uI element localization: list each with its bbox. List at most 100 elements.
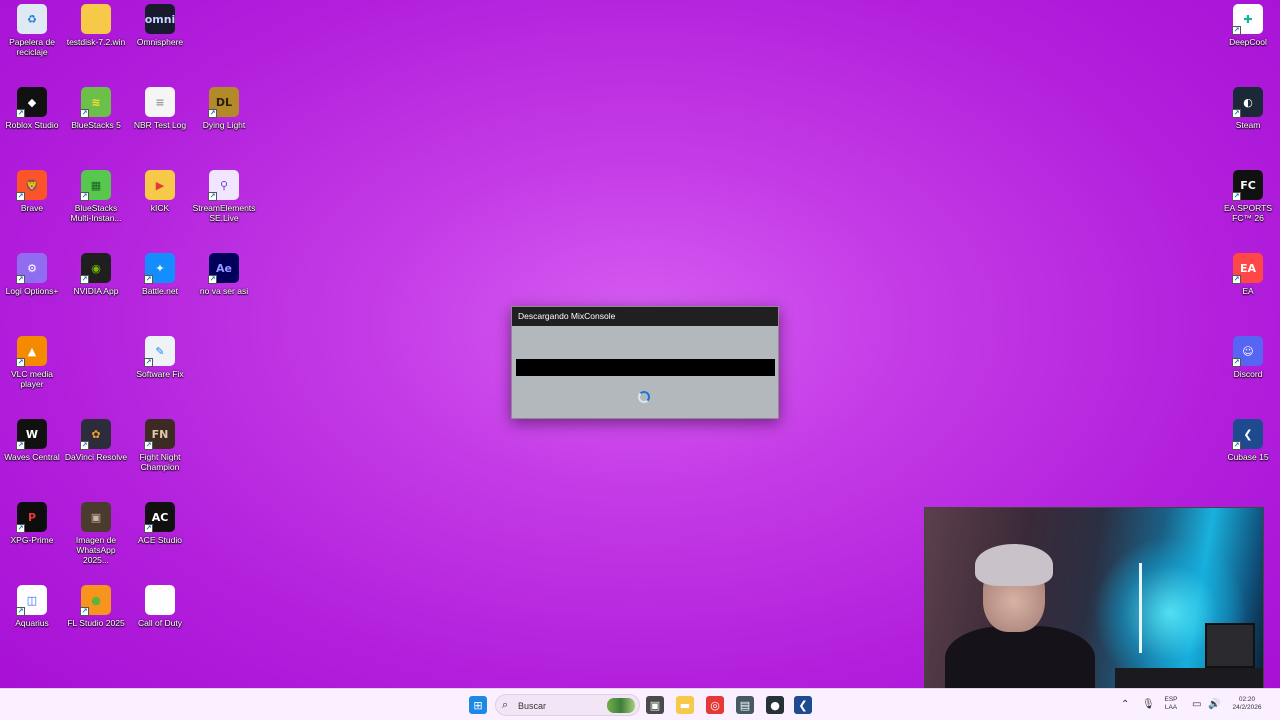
desktop-icon-label: VLC media player [10, 369, 54, 389]
desktop-icon-omnisphere[interactable]: omni Omnisphere [128, 4, 192, 47]
battle-net-icon: ✦ ↗ [144, 253, 175, 284]
davinci-resolve-icon: ✿ ↗ [80, 419, 111, 450]
task-view-icon: ▣ [649, 698, 661, 712]
after-effects-icon: Ae ↗ [208, 253, 239, 284]
desktop-icon-folder[interactable]: testdisk-7.2.win [64, 4, 128, 47]
network-icon[interactable]: ▭ [1192, 699, 1201, 710]
dialog-title: Descargando MixConsole [512, 307, 778, 326]
task-view-button[interactable]: ▣ [646, 696, 664, 714]
desktop-icon-kick-folder[interactable]: ▶ kICK [128, 170, 192, 213]
volume-icon[interactable]: 🔊 [1208, 699, 1220, 710]
desktop-icon-label: DaVinci Resolve [64, 452, 128, 462]
desktop-icon-steam[interactable]: ◐ ↗ Steam [1216, 87, 1280, 130]
icon-glyph: ☺ [1242, 344, 1254, 358]
desktop-icon-battle-net[interactable]: ✦ ↗ Battle.net [128, 253, 192, 296]
icon-glyph: ⚲ [219, 178, 229, 192]
search-input[interactable] [518, 698, 598, 713]
icon-glyph: ✿ [91, 427, 101, 441]
desktop-icon-label: Papelera de reciclaje [9, 37, 55, 57]
desktop-icon-fight-night-champion[interactable]: FN ↗ Fight Night Champion [128, 419, 192, 472]
desktop-icon-waves-central[interactable]: W ↗ Waves Central [0, 419, 64, 462]
shortcut-arrow-icon: ↗ [144, 358, 153, 367]
shortcut-arrow-icon: ↗ [80, 192, 89, 201]
desktop-icon-ace-studio[interactable]: AC ↗ ACE Studio [128, 502, 192, 545]
language-indicator[interactable]: ESP LAA [1160, 696, 1182, 712]
desktop-icon-aquarius[interactable]: ◫ ↗ Aquarius [0, 585, 64, 628]
desktop-icon-label: testdisk-7.2.win [66, 37, 126, 47]
download-dialog[interactable]: Descargando MixConsole [511, 306, 779, 419]
desktop-icon-deepcool[interactable]: ✚ ↗ DeepCool [1216, 4, 1280, 47]
bluestacks-icon: ≋ ↗ [80, 87, 111, 118]
cubase-taskbar-button[interactable]: ❮ [794, 696, 812, 714]
desktop-icon-label: XPG-Prime [10, 535, 54, 545]
software-fix-icon: ✎ ↗ [144, 336, 175, 367]
chevron-up-icon[interactable]: ⌃ [1121, 699, 1129, 710]
icon-glyph: omni [144, 12, 176, 26]
desktop-icon-label: Battle.net [142, 286, 178, 296]
desktop-icon-label: no va ser asi [199, 286, 249, 296]
desktop-icon-label: StreamElements SE.Live [192, 203, 256, 223]
icon-glyph: Ae [216, 261, 232, 275]
monitor [1205, 623, 1255, 668]
desktop-icon-nvidia-app[interactable]: ◉ ↗ NVIDIA App [64, 253, 128, 296]
vlc-icon: ▲ ↗ [16, 336, 47, 367]
shortcut-arrow-icon: ↗ [16, 275, 25, 284]
roblox-studio-icon: ◆ ↗ [16, 87, 47, 118]
desktop-icon-text-file[interactable]: ≡ NBR Test Log [128, 87, 192, 130]
desktop-icon-software-fix[interactable]: ✎ ↗ Software Fix [128, 336, 192, 379]
window-icon: ▤ [739, 698, 751, 712]
desktop-icon-label: Steam [1235, 120, 1261, 130]
desktop-icon-ea[interactable]: EA ↗ EA [1216, 253, 1280, 296]
desktop-icon-image-file[interactable]: ▣ Imagen de WhatsApp 2025... [64, 502, 128, 565]
taskbar: ⊞ ▣ ▬ ◎ ▤ ● ❮ ⌕ ⌃ 🎙 ESP LAA ▭ 🔊 02:20 24/2/202… [0, 688, 1280, 720]
desktop-icon-dying-light[interactable]: DL ↗ Dying Light [192, 87, 256, 130]
desktop-icon-bluestacks-multi-instance[interactable]: ▦ ↗ BlueStacks Multi-Instan... [64, 170, 128, 223]
icon-glyph: EA [1239, 261, 1257, 275]
icon-glyph: 🦁 [25, 178, 39, 192]
shortcut-arrow-icon: ↗ [16, 441, 25, 450]
desktop-icon-label: Fight Night Champion [139, 452, 181, 472]
desktop-icon-vlc[interactable]: ▲ ↗ VLC media player [0, 336, 64, 389]
desktop-icon-ea-sports-fc[interactable]: FC ↗ EA SPORTS FC™ 26 [1216, 170, 1280, 223]
desktop-icon-bluestacks[interactable]: ≋ ↗ BlueStacks 5 [64, 87, 128, 130]
icon-glyph: FC [1240, 178, 1256, 192]
app-window-button[interactable]: ▤ [736, 696, 754, 714]
desktop-icon-recycle-bin[interactable]: ♻ Papelera de reciclaje [0, 4, 64, 57]
download-progress-bar [516, 359, 775, 376]
desktop-icon-label: FL Studio 2025 [67, 618, 125, 628]
clock[interactable]: 02:20 24/2/2026 [1224, 696, 1270, 712]
desktop-icon-label: Imagen de WhatsApp 2025... [75, 535, 117, 565]
taskbar-search[interactable]: ⌕ [495, 694, 640, 716]
chrome-button[interactable]: ◎ [706, 696, 724, 714]
desktop-icon-fl-studio[interactable]: ● ↗ FL Studio 2025 [64, 585, 128, 628]
desktop-icon-discord[interactable]: ☺ ↗ Discord [1216, 336, 1280, 379]
file-explorer-button[interactable]: ▬ [676, 696, 694, 714]
desktop-icon-call-of-duty-file[interactable]: Call of Duty [128, 585, 192, 628]
clock-time: 02:20 [1238, 696, 1256, 703]
desktop-icon-after-effects[interactable]: Ae ↗ no va ser asi [192, 253, 256, 296]
icon-glyph: ◆ [27, 95, 37, 109]
shortcut-arrow-icon: ↗ [16, 358, 25, 367]
chrome-icon: ◎ [710, 698, 720, 712]
desktop-icon-xpg-prime[interactable]: P ↗ XPG-Prime [0, 502, 64, 545]
icon-glyph: P [27, 510, 37, 524]
desktop-icon-label: Discord [1233, 369, 1263, 379]
icon-glyph: ◉ [91, 261, 101, 275]
icon-glyph: FN [151, 427, 169, 441]
desktop-icon-logi-options[interactable]: ⚙ ↗ Logi Options+ [0, 253, 64, 296]
desktop-icon-cubase[interactable]: ❮ ↗ Cubase 15 [1216, 419, 1280, 462]
icon-glyph: ▲ [27, 344, 37, 358]
icon-glyph: DL [215, 95, 233, 109]
desktop-icon-brave[interactable]: 🦁 ↗ Brave [0, 170, 64, 213]
icon-glyph: ◐ [1243, 95, 1253, 109]
fight-night-champion-icon: FN ↗ [144, 419, 175, 450]
person-body [945, 626, 1095, 696]
recording-app-button[interactable]: ● [766, 696, 784, 714]
start-button[interactable]: ⊞ [469, 696, 487, 714]
microphone-icon[interactable]: 🎙 [1142, 699, 1155, 710]
desktop-icon-label: Omnisphere [136, 37, 184, 47]
desktop-icon-davinci-resolve[interactable]: ✿ ↗ DaVinci Resolve [64, 419, 128, 462]
brave-icon: 🦁 ↗ [16, 170, 47, 201]
desktop-icon-roblox-studio[interactable]: ◆ ↗ Roblox Studio [0, 87, 64, 130]
desktop-icon-streamelements[interactable]: ⚲ ↗ StreamElements SE.Live [192, 170, 256, 223]
